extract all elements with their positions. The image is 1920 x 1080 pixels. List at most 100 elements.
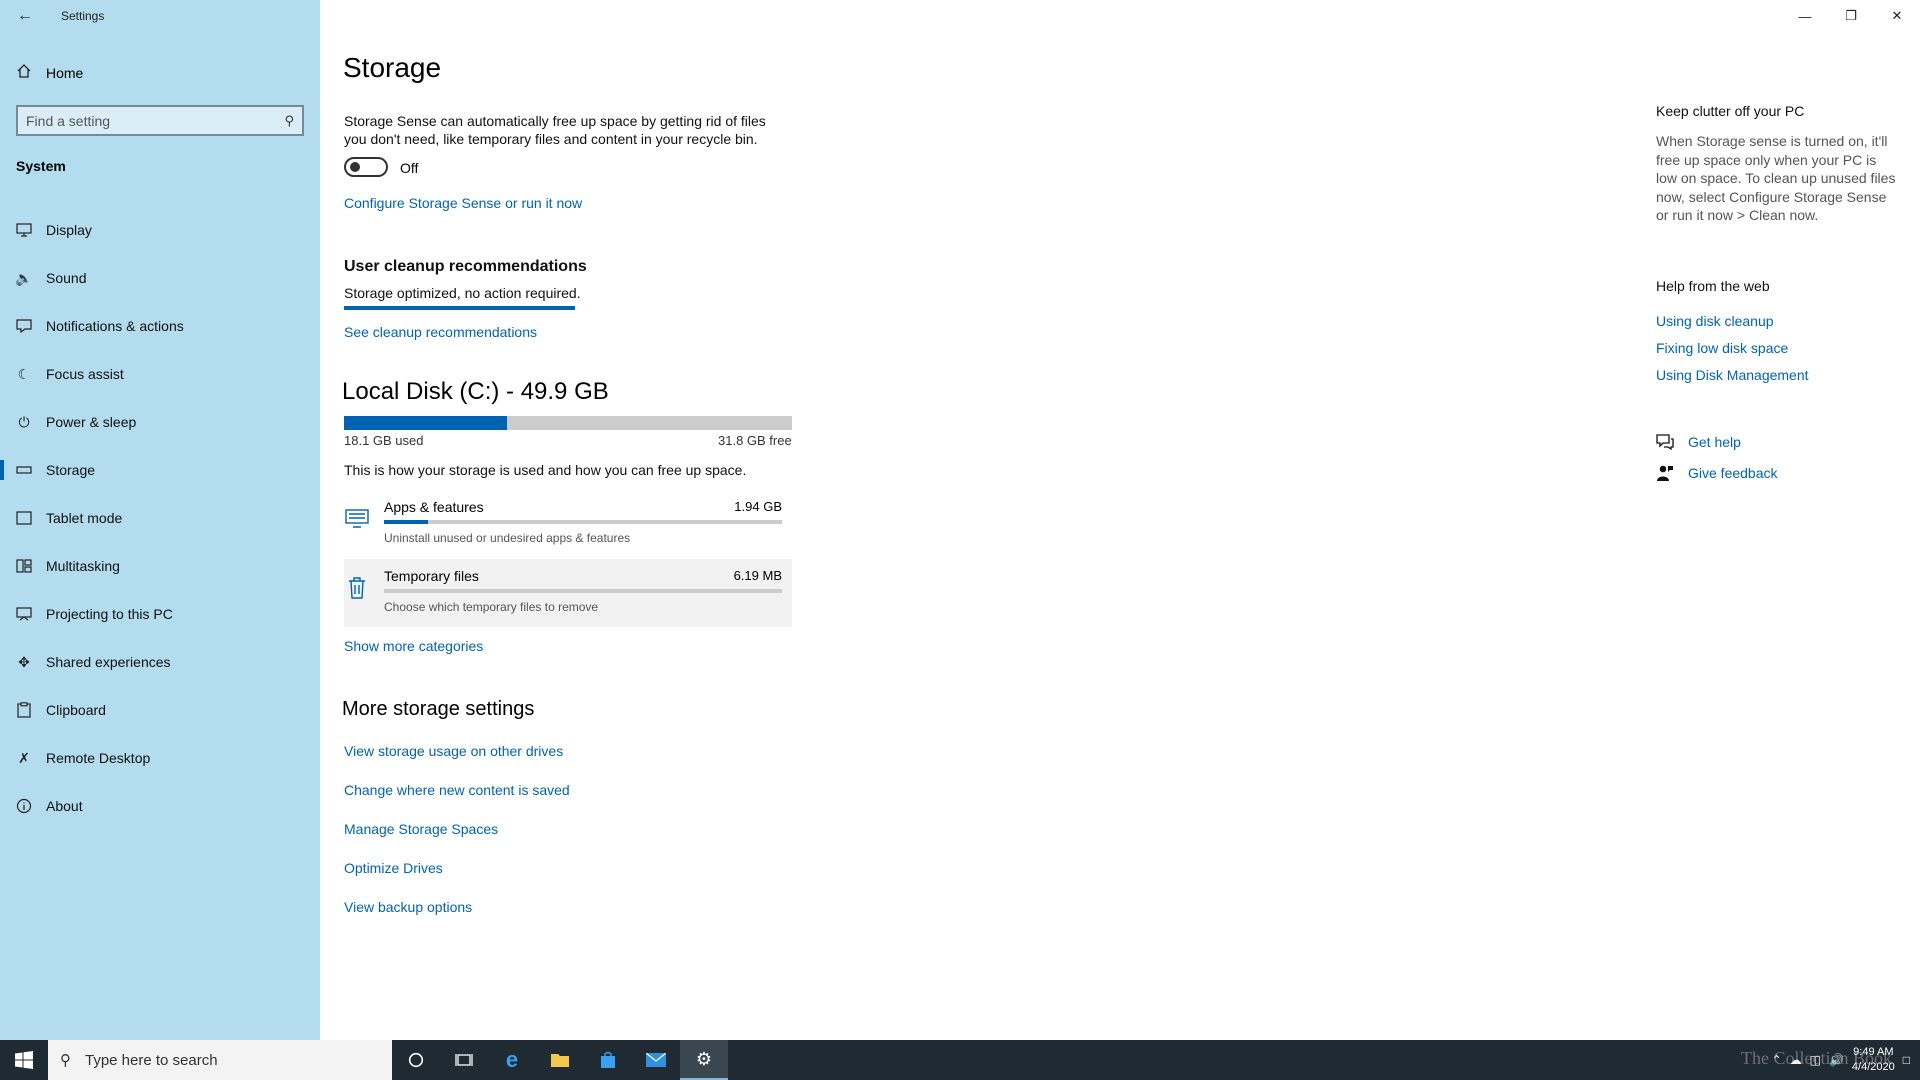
file-explorer-icon[interactable] bbox=[536, 1040, 584, 1080]
projecting-icon bbox=[16, 606, 32, 622]
category-description: Uninstall unused or undesired apps & fea… bbox=[384, 531, 631, 545]
focus-assist-icon: ☾ bbox=[17, 365, 31, 382]
using-disk-cleanup-link[interactable]: Using disk cleanup bbox=[1656, 313, 1774, 329]
storage-icon bbox=[16, 462, 32, 478]
sidebar-item-label: Display bbox=[46, 222, 92, 238]
category-usage-bar bbox=[384, 589, 782, 593]
category-size: 6.19 MB bbox=[733, 568, 782, 583]
category-apps-features[interactable]: Apps & features 1.94 GB Uninstall unused… bbox=[344, 490, 792, 558]
feedback-person-icon bbox=[1656, 464, 1674, 482]
keep-clutter-title: Keep clutter off your PC bbox=[1656, 103, 1805, 119]
sidebar-item-label: Sound bbox=[46, 270, 87, 286]
start-button[interactable] bbox=[0, 1040, 48, 1080]
view-storage-other-drives-link[interactable]: View storage usage on other drives bbox=[344, 743, 563, 759]
storage-sense-toggle[interactable] bbox=[344, 157, 388, 177]
give-feedback-action[interactable]: Give feedback bbox=[1656, 464, 1778, 482]
minimize-icon[interactable]: — bbox=[1782, 0, 1828, 32]
sidebar-item-label: Storage bbox=[46, 462, 96, 478]
using-disk-management-link[interactable]: Using Disk Management bbox=[1656, 367, 1809, 383]
restore-icon[interactable]: ❐ bbox=[1828, 0, 1874, 32]
home-icon bbox=[16, 63, 32, 82]
section-label-system: System bbox=[16, 158, 66, 174]
clipboard-icon bbox=[16, 702, 32, 718]
taskbar: ⚲ Type here to search e ⚙ ⌃ ☁ ◫ 🔊 9:49 A… bbox=[0, 1040, 1920, 1080]
category-name: Temporary files bbox=[384, 568, 479, 584]
sidebar-item-shared-experiences[interactable]: ✥ Shared experiences bbox=[0, 638, 320, 686]
sidebar-item-power-sleep[interactable]: ⏻ Power & sleep bbox=[0, 398, 320, 446]
home-nav-item[interactable]: Home bbox=[16, 63, 83, 82]
search-icon[interactable]: ⚲ bbox=[284, 113, 294, 129]
show-more-categories-link[interactable]: Show more categories bbox=[344, 638, 483, 654]
mail-icon[interactable] bbox=[632, 1040, 680, 1080]
microsoft-store-icon[interactable] bbox=[584, 1040, 632, 1080]
cleanup-status: Storage optimized, no action required. bbox=[344, 285, 581, 301]
sidebar-item-label: Notifications & actions bbox=[46, 318, 184, 334]
sidebar-item-label: Tablet mode bbox=[46, 510, 123, 526]
category-size: 1.94 GB bbox=[734, 499, 782, 514]
disk-usage-bar bbox=[344, 416, 792, 430]
shared-icon: ✥ bbox=[18, 653, 30, 670]
window-title: Settings bbox=[61, 9, 105, 23]
sidebar-item-label: Clipboard bbox=[46, 702, 106, 718]
usage-description: This is how your storage is used and how… bbox=[344, 462, 747, 478]
settings-sidebar: ← Settings Home ⚲ System Display 🔈 Sound… bbox=[0, 0, 320, 1040]
taskbar-search-placeholder: Type here to search bbox=[85, 1051, 218, 1069]
sidebar-item-display[interactable]: Display bbox=[0, 206, 320, 254]
trash-icon bbox=[344, 575, 370, 601]
view-backup-options-link[interactable]: View backup options bbox=[344, 899, 472, 915]
manage-storage-spaces-link[interactable]: Manage Storage Spaces bbox=[344, 821, 498, 837]
get-help-action[interactable]: Get help bbox=[1656, 433, 1741, 451]
category-name: Apps & features bbox=[384, 499, 484, 515]
more-storage-settings-heading: More storage settings bbox=[342, 698, 535, 720]
category-temporary-files[interactable]: Temporary files 6.19 MB Choose which tem… bbox=[344, 559, 792, 627]
settings-gear-icon[interactable]: ⚙ bbox=[680, 1040, 728, 1080]
fixing-low-disk-space-link[interactable]: Fixing low disk space bbox=[1656, 340, 1788, 356]
remote-desktop-icon: ✗ bbox=[18, 749, 30, 766]
sidebar-item-multitasking[interactable]: Multitasking bbox=[0, 542, 320, 590]
watermark-text: The Collection Book bbox=[1741, 1048, 1892, 1068]
cortana-icon[interactable] bbox=[392, 1040, 440, 1080]
sidebar-item-focus-assist[interactable]: ☾ Focus assist bbox=[0, 350, 320, 398]
configure-storage-sense-link[interactable]: Configure Storage Sense or run it now bbox=[344, 195, 582, 211]
sidebar-item-about[interactable]: About bbox=[0, 782, 320, 830]
help-from-web-title: Help from the web bbox=[1656, 278, 1770, 294]
change-new-content-location-link[interactable]: Change where new content is saved bbox=[344, 782, 570, 798]
sidebar-item-label: About bbox=[46, 798, 83, 814]
edge-browser-icon[interactable]: e bbox=[488, 1040, 536, 1080]
find-setting-search[interactable]: ⚲ bbox=[16, 105, 304, 136]
windows-logo-icon bbox=[15, 1051, 33, 1069]
sidebar-item-label: Focus assist bbox=[46, 366, 124, 382]
sidebar-item-remote-desktop[interactable]: ✗ Remote Desktop bbox=[0, 734, 320, 782]
back-arrow-icon[interactable]: ← bbox=[14, 6, 36, 26]
sidebar-item-notifications[interactable]: Notifications & actions bbox=[0, 302, 320, 350]
action-center-icon[interactable]: □ bbox=[1903, 1053, 1910, 1067]
disk-usage-fill bbox=[344, 416, 507, 430]
get-help-label: Get help bbox=[1688, 434, 1741, 450]
sidebar-item-projecting[interactable]: Projecting to this PC bbox=[0, 590, 320, 638]
home-label: Home bbox=[46, 64, 84, 81]
display-icon bbox=[16, 222, 32, 238]
sidebar-item-tablet-mode[interactable]: Tablet mode bbox=[0, 494, 320, 542]
sound-icon: 🔈 bbox=[15, 269, 33, 286]
sidebar-item-storage[interactable]: Storage bbox=[0, 446, 320, 494]
find-setting-input[interactable] bbox=[26, 112, 285, 129]
sidebar-item-sound[interactable]: 🔈 Sound bbox=[0, 254, 320, 302]
disk-used-label: 18.1 GB used bbox=[344, 433, 424, 448]
optimize-drives-link[interactable]: Optimize Drives bbox=[344, 860, 443, 876]
sidebar-nav: Display 🔈 Sound Notifications & actions … bbox=[0, 206, 320, 830]
keep-clutter-text: When Storage sense is turned on, it'll f… bbox=[1656, 133, 1896, 223]
sidebar-item-label: Power & sleep bbox=[46, 414, 137, 430]
notifications-icon bbox=[16, 318, 32, 334]
taskbar-search[interactable]: ⚲ Type here to search bbox=[48, 1040, 392, 1080]
close-icon[interactable]: ✕ bbox=[1874, 0, 1920, 32]
sidebar-item-clipboard[interactable]: Clipboard bbox=[0, 686, 320, 734]
multitasking-icon bbox=[16, 558, 32, 574]
disk-free-label: 31.8 GB free bbox=[718, 433, 792, 448]
cleanup-heading: User cleanup recommendations bbox=[344, 258, 587, 275]
power-icon: ⏻ bbox=[18, 413, 30, 430]
give-feedback-label: Give feedback bbox=[1688, 465, 1778, 481]
apps-icon bbox=[344, 506, 370, 532]
task-view-icon[interactable] bbox=[440, 1040, 488, 1080]
see-cleanup-recommendations-link[interactable]: See cleanup recommendations bbox=[344, 324, 537, 340]
category-usage-bar bbox=[384, 520, 782, 524]
